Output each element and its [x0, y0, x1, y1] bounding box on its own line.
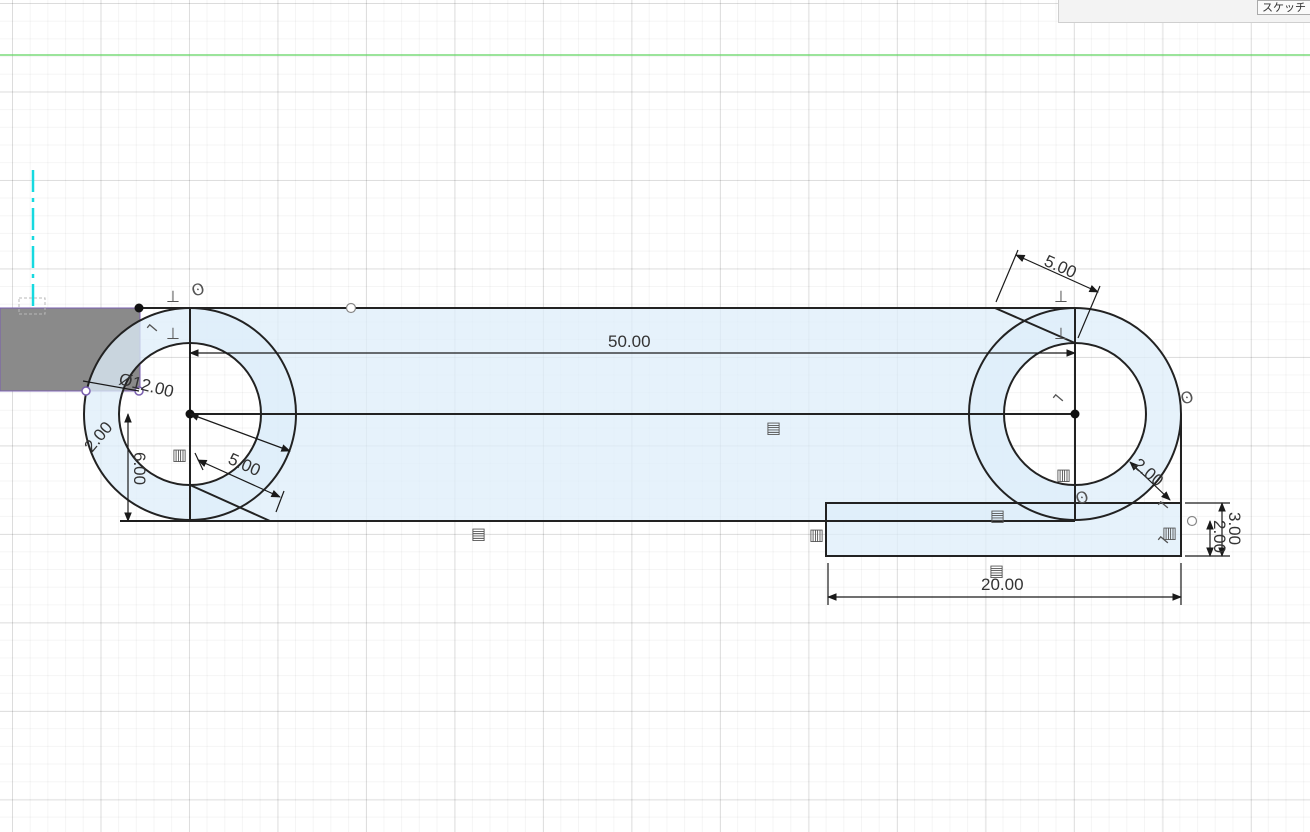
perpendicular-constraint-icon: ⊥: [1054, 324, 1068, 343]
perpendicular-constraint-icon: ⊥: [166, 324, 180, 343]
top-panel: スケッチ: [1058, 0, 1310, 23]
horizontal-constraint-icon: ▤: [990, 506, 1005, 525]
panel-button[interactable]: スケッチ: [1257, 0, 1310, 15]
vertical-constraint-icon: ▥: [1056, 465, 1071, 484]
sketch-canvas[interactable]: 50.00 Ø12.00 2.00 6.00 5.00 5.00 2.00 20…: [0, 0, 1310, 832]
dim-bottom-2[interactable]: 2.00: [1210, 520, 1229, 553]
vertical-constraint-icon: ▥: [172, 445, 187, 464]
perpendicular-constraint-icon: ⊥: [1054, 287, 1068, 306]
tangent-constraint-icon: ʘ: [189, 279, 207, 301]
sketch-point[interactable]: [81, 386, 91, 396]
perpendicular-constraint-icon: ⊥: [166, 287, 180, 306]
vertical-constraint-icon: ▥: [809, 525, 824, 544]
dim-50[interactable]: 50.00: [608, 332, 651, 351]
midpoint[interactable]: [1186, 515, 1198, 527]
sketch-point[interactable]: [1070, 409, 1080, 419]
dim-right-5[interactable]: 5.00: [1041, 251, 1079, 282]
midpoint[interactable]: [345, 302, 357, 314]
horizontal-constraint-icon: ▤: [766, 418, 781, 437]
dim-left-6[interactable]: 6.00: [130, 452, 149, 485]
horizontal-constraint-icon: ▤: [989, 561, 1004, 580]
sketch-point[interactable]: [134, 303, 144, 313]
horizontal-constraint-icon: ▤: [471, 524, 486, 543]
